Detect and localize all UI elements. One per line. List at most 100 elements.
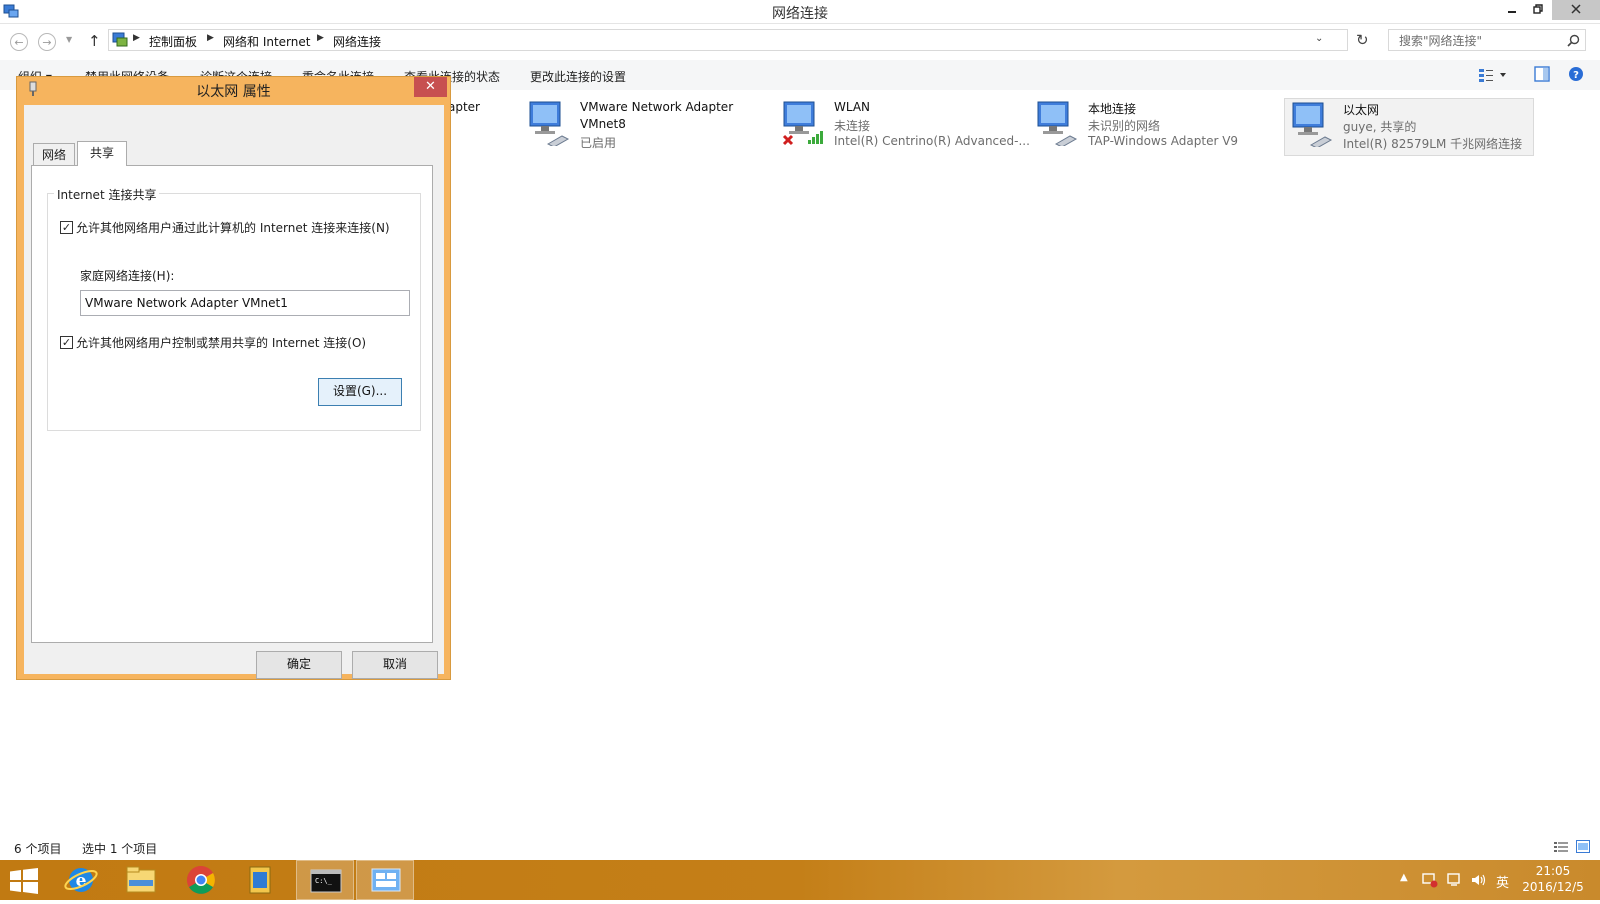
svg-text:C:\_: C:\_ xyxy=(315,877,333,885)
adapter-device: TAP-Windows Adapter V9 xyxy=(1088,134,1239,148)
wireless-adapter-icon xyxy=(782,101,823,146)
breadcrumb-separator-icon: ▶ xyxy=(317,33,324,43)
windows-start-icon[interactable] xyxy=(10,868,38,894)
home-network-label: 家庭网络连接(H): xyxy=(80,269,175,283)
refresh-button[interactable]: ↻ xyxy=(1356,31,1369,49)
adapter-device: Intel(R) 82579LM 千兆网络连接 xyxy=(1343,137,1523,151)
allow-share-checkbox[interactable]: ✓ xyxy=(60,221,73,234)
taskbar-ie[interactable]: e xyxy=(52,860,110,900)
allow-share-label: 允许其他网络用户通过此计算机的 Internet 连接来连接(N) xyxy=(76,221,390,235)
adapter-status: VMnet8 xyxy=(580,117,626,131)
status-bar: 6 个项目 选中 1 个项目 xyxy=(0,836,1600,858)
dialog-close-button[interactable]: ✕ xyxy=(414,77,447,97)
item-count: 6 个项目 xyxy=(14,842,62,856)
svg-text:?: ? xyxy=(1573,70,1579,81)
adapter-status: 未识别的网络 xyxy=(1088,119,1161,133)
address-history-chevron-down-icon[interactable]: ⌄ xyxy=(1315,33,1323,44)
taskbar-chrome[interactable] xyxy=(172,860,230,900)
title-bar: 网络连接 xyxy=(0,0,1600,24)
close-button[interactable] xyxy=(1552,0,1600,20)
ethernet-properties-dialog: 以太网 属性 ✕ 网络 共享 Internet 连接共享 ✓ 允许其他网络用户通… xyxy=(16,76,451,680)
forward-button[interactable]: → xyxy=(38,33,56,51)
breadcrumb-network-internet[interactable]: 网络和 Internet xyxy=(223,33,310,50)
tab-sharing[interactable]: 共享 xyxy=(77,141,127,166)
selected-count: 选中 1 个项目 xyxy=(82,842,158,856)
forward-arrow-icon: → xyxy=(42,36,52,49)
control-panel-icon xyxy=(112,32,128,47)
restore-icon xyxy=(1533,4,1543,14)
close-icon xyxy=(1571,4,1581,14)
folder-icon xyxy=(126,866,156,893)
app-window-icon xyxy=(249,866,271,894)
restore-button[interactable] xyxy=(1524,0,1552,20)
sharing-tab-panel: Internet 连接共享 ✓ 允许其他网络用户通过此计算机的 Internet… xyxy=(31,165,433,643)
group-title: Internet 连接共享 xyxy=(54,186,160,203)
tab-network[interactable]: 网络 xyxy=(33,143,75,165)
adapter-name: WLAN xyxy=(834,100,871,114)
control-panel-icon xyxy=(371,868,401,892)
back-arrow-icon: ← xyxy=(14,36,24,49)
taskbar-command-prompt[interactable]: C:\_ xyxy=(296,860,354,900)
adapter-device: Intel(R) Centrino(R) Advanced-... xyxy=(834,134,1030,148)
tray-action-center-icon[interactable] xyxy=(1446,872,1462,888)
close-icon: ✕ xyxy=(425,79,436,94)
search-icon[interactable] xyxy=(1567,34,1580,47)
minimize-icon xyxy=(1508,11,1516,13)
allow-control-label: 允许其他网络用户控制或禁用共享的 Internet 连接(O) xyxy=(76,336,367,350)
adapter-tile-wlan[interactable]: WLAN 未连接 Intel(R) Centrino(R) Advanced-.… xyxy=(776,98,1030,156)
dialog-title: 以太网 属性 xyxy=(196,84,271,100)
taskbar-file-explorer[interactable] xyxy=(112,860,170,900)
network-adapter-icon xyxy=(529,101,570,146)
network-adapter-icon xyxy=(1292,102,1333,147)
adapter-device: 已启用 xyxy=(580,136,617,150)
minimize-button[interactable] xyxy=(1498,0,1526,20)
volume-icon[interactable] xyxy=(1470,872,1486,888)
clock-date: 2016/12/5 xyxy=(1522,880,1584,894)
tray-network-warning-icon[interactable] xyxy=(1422,872,1438,888)
details-view-icon[interactable] xyxy=(1554,841,1568,853)
network-adapter-icon xyxy=(1037,101,1078,146)
adapter-status: 未连接 xyxy=(834,119,871,133)
ok-button[interactable]: 确定 xyxy=(256,651,342,679)
recent-locations-dropdown[interactable]: ▼ xyxy=(66,35,72,44)
preview-pane-icon[interactable] xyxy=(1534,66,1550,82)
change-settings-command[interactable]: 更改此连接的设置 xyxy=(530,68,626,85)
up-arrow-icon: ↑ xyxy=(88,32,101,50)
partial-adapter-name: apter xyxy=(448,100,480,114)
dialog-body: 网络 共享 Internet 连接共享 ✓ 允许其他网络用户通过此计算机的 In… xyxy=(24,105,444,679)
window-title: 网络连接 xyxy=(772,6,828,22)
clock[interactable]: 21:05 2016/12/5 xyxy=(1522,864,1584,894)
up-button[interactable]: ↑ xyxy=(88,32,101,50)
home-network-connection-field[interactable] xyxy=(80,290,410,316)
input-method-indicator[interactable]: 英 xyxy=(1496,872,1509,891)
search-box[interactable] xyxy=(1388,29,1586,51)
adapter-name: 以太网 xyxy=(1343,103,1380,117)
cancel-button[interactable]: 取消 xyxy=(352,651,438,679)
back-button[interactable]: ← xyxy=(10,33,28,51)
taskbar: e C:\_ ▲ 英 21:05 2016/12/5 xyxy=(0,860,1600,900)
address-box[interactable]: ▶ 控制面板 ▶ 网络和 Internet ▶ 网络连接 ⌄ xyxy=(108,29,1348,51)
refresh-icon: ↻ xyxy=(1356,31,1369,49)
internet-explorer-icon: e xyxy=(64,868,98,892)
adapter-tile-local[interactable]: 本地连接 未识别的网络 TAP-Windows Adapter V9 xyxy=(1030,98,1280,156)
show-hidden-icons-icon[interactable]: ▲ xyxy=(1400,872,1408,883)
command-prompt-icon: C:\_ xyxy=(310,869,342,893)
change-view-icon[interactable] xyxy=(1478,67,1508,83)
breadcrumb-network-connections[interactable]: 网络连接 xyxy=(333,33,381,50)
settings-button[interactable]: 设置(G)... xyxy=(318,378,402,406)
adapter-name: VMware Network Adapter xyxy=(580,100,734,114)
adapter-name: 本地连接 xyxy=(1088,102,1137,116)
chrome-icon xyxy=(187,866,215,894)
help-icon[interactable]: ? xyxy=(1568,66,1584,82)
taskbar-app[interactable] xyxy=(232,860,290,900)
tiles-view-icon[interactable] xyxy=(1576,840,1590,853)
address-bar-row: ← → ▼ ↑ ▶ 控制面板 ▶ 网络和 Internet ▶ 网络连接 ⌄ ↻ xyxy=(0,26,1600,56)
breadcrumb-separator-icon: ▶ xyxy=(133,33,140,43)
search-input[interactable] xyxy=(1397,31,1561,51)
breadcrumb-control-panel[interactable]: 控制面板 xyxy=(149,33,197,50)
allow-control-checkbox[interactable]: ✓ xyxy=(60,336,73,349)
taskbar-network-connections[interactable] xyxy=(356,860,414,900)
clock-time: 21:05 xyxy=(1535,864,1571,878)
adapter-tile-ethernet[interactable]: 以太网 guye, 共享的 Intel(R) 82579LM 千兆网络连接 xyxy=(1284,98,1534,156)
adapter-tile-vmnet8[interactable]: VMware Network Adapter VMnet8 已启用 xyxy=(522,98,772,156)
